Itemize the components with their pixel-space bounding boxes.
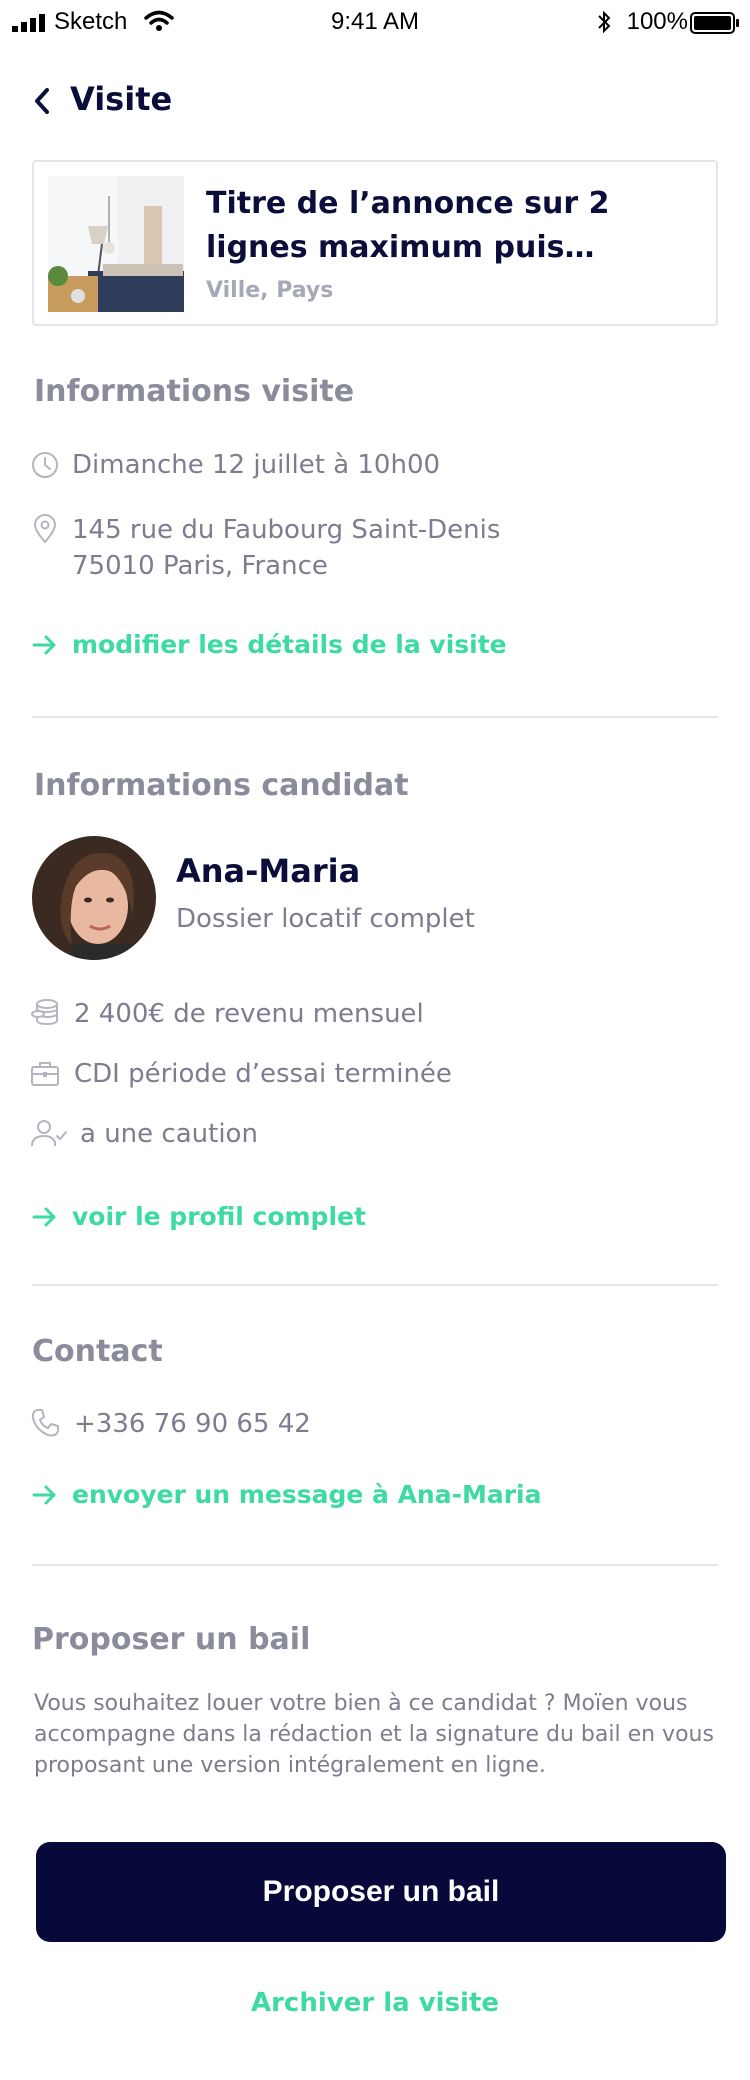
contact-section-title: Contact <box>32 1334 163 1369</box>
arrow-right-icon <box>32 1207 56 1226</box>
back-chevron-icon[interactable] <box>30 86 54 116</box>
battery-icon <box>690 12 739 34</box>
candidate-status: Dossier locatif complet <box>176 904 475 934</box>
view-profile-link-label: voir le profil complet <box>72 1202 366 1231</box>
edit-visit-link-label: modifier les détails de la visite <box>72 630 507 659</box>
briefcase-icon <box>31 1062 59 1086</box>
coins-icon <box>31 999 58 1026</box>
candidate-guarantor: a une caution <box>80 1119 258 1149</box>
divider <box>32 1564 718 1566</box>
page-title: Visite <box>70 80 173 118</box>
lease-description: Vous souhaitez louer votre bien à ce can… <box>34 1691 714 1778</box>
listing-location: Ville, Pays <box>206 278 334 303</box>
contact-phone[interactable]: +336 76 90 65 42 <box>74 1406 311 1442</box>
clock-icon <box>32 452 58 478</box>
divider <box>32 716 718 718</box>
arrow-right-icon <box>32 1485 56 1504</box>
candidate-income: 2 400€ de revenu mensuel <box>74 999 424 1029</box>
listing-card[interactable]: Titre de l’annonce sur 2 lignes maximum … <box>32 160 718 326</box>
lease-section-title: Proposer un bail <box>32 1622 311 1657</box>
propose-lease-button[interactable]: Proposer un bail <box>36 1842 726 1942</box>
candidate-name: Ana-Maria <box>176 852 361 890</box>
candidate-section-title: Informations candidat <box>34 768 409 803</box>
user-check-icon <box>31 1120 67 1147</box>
listing-title: Titre de l’annonce sur 2 lignes maximum … <box>206 186 610 265</box>
phone-icon <box>31 1409 59 1437</box>
avatar <box>32 836 156 960</box>
visit-section-title: Informations visite <box>34 374 355 409</box>
bluetooth-icon <box>598 10 611 34</box>
visit-address-line2: 75010 Paris, France <box>72 551 328 581</box>
status-bar: Sketch 9:41 AM 100% <box>0 0 750 46</box>
edit-visit-link[interactable]: modifier les détails de la visite <box>32 630 507 659</box>
send-message-link-label: envoyer un message à Ana-Maria <box>72 1480 542 1509</box>
arrow-right-icon <box>32 635 56 654</box>
divider <box>32 1284 718 1286</box>
view-profile-link[interactable]: voir le profil complet <box>32 1202 366 1231</box>
location-pin-icon <box>33 514 57 544</box>
visit-address-line1: 145 rue du Faubourg Saint-Denis <box>72 515 501 545</box>
listing-thumbnail <box>48 176 184 312</box>
battery-percentage: 100% <box>626 8 688 35</box>
visit-date: Dimanche 12 juillet à 10h00 <box>72 450 441 480</box>
archive-visit-button[interactable]: Archiver la visite <box>0 1988 750 2018</box>
candidate-contract: CDI période d’essai terminée <box>74 1059 452 1089</box>
send-message-link[interactable]: envoyer un message à Ana-Maria <box>32 1480 541 1509</box>
